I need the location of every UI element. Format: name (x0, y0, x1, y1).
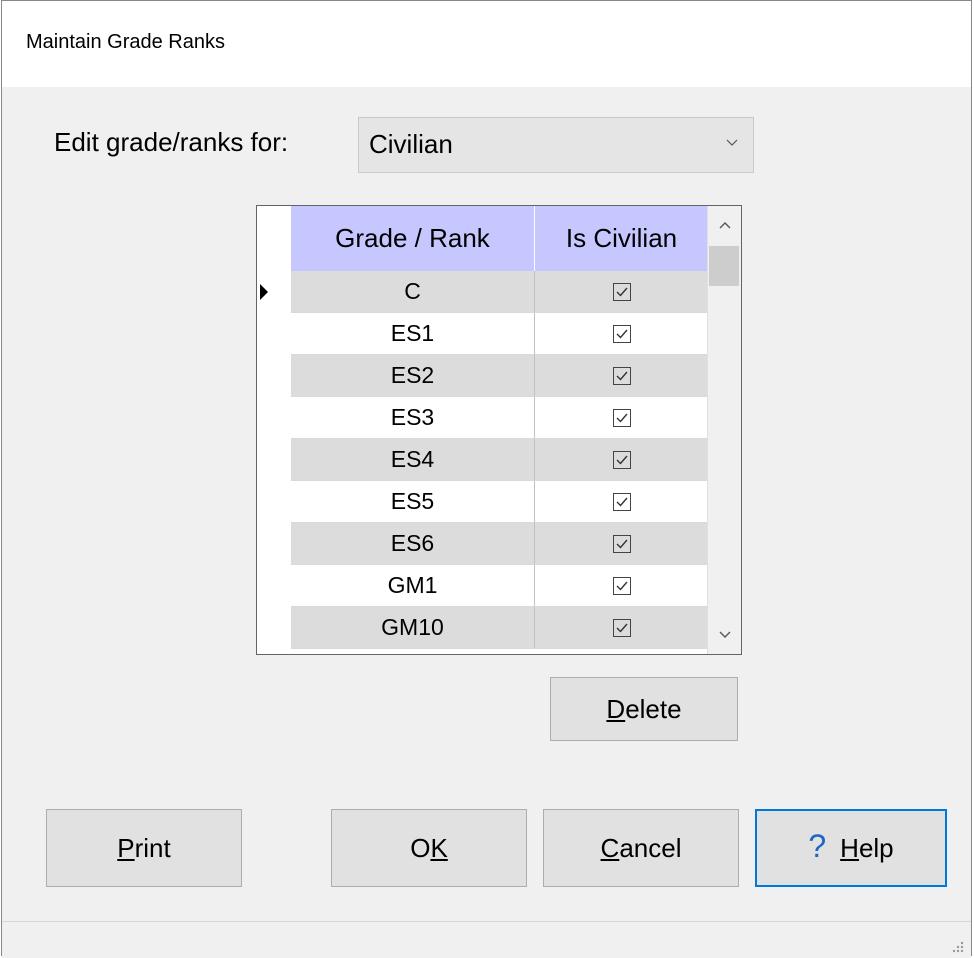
is-civilian-checkbox[interactable] (612, 282, 631, 301)
cancel-mnemonic: C (600, 832, 620, 863)
grade-rank-cell[interactable]: ES4 (291, 439, 535, 480)
cancel-label-rest: ancel (619, 832, 682, 863)
cancel-button[interactable]: Cancel (543, 809, 739, 887)
is-civilian-checkbox[interactable] (612, 618, 631, 637)
window-title: Maintain Grade Ranks (26, 31, 225, 53)
grade-rank-cell[interactable]: C (291, 271, 535, 312)
checkmark-icon (616, 539, 628, 549)
grade-rank-cell[interactable]: ES2 (291, 355, 535, 396)
grade-ranks-for-dropdown[interactable]: Civilian (358, 117, 754, 173)
grade-rank-cell[interactable]: GM1 (291, 565, 535, 606)
resize-grip-icon[interactable] (951, 940, 965, 954)
is-civilian-checkbox[interactable] (612, 534, 631, 553)
checkmark-icon (616, 497, 628, 507)
ok-label-prefix: O (410, 832, 431, 863)
row-selector[interactable] (257, 607, 291, 649)
row-selector[interactable] (257, 397, 291, 439)
print-button[interactable]: Print (46, 809, 242, 887)
maintain-grade-ranks-window: Maintain Grade Ranks Edit grade/ranks fo… (1, 0, 972, 958)
table-row[interactable]: ES3 (257, 397, 708, 439)
grade-rank-grid[interactable]: Grade / Rank Is Civilian C ES1 ES2 ES3 ES4 ES… (256, 205, 742, 655)
is-civilian-checkbox[interactable] (612, 366, 631, 385)
is-civilian-cell (535, 481, 708, 522)
checkmark-icon (616, 329, 628, 339)
print-label-rest: rint (134, 832, 171, 863)
row-selector[interactable] (257, 355, 291, 397)
table-row[interactable]: ES4 (257, 439, 708, 481)
ok-button[interactable]: OK (331, 809, 527, 887)
delete-button[interactable]: Delete (550, 677, 738, 741)
grade-rank-cell[interactable]: ES6 (291, 523, 535, 564)
column-header-is-civilian[interactable]: Is Civilian (535, 206, 708, 271)
scrollbar-thumb[interactable] (709, 246, 739, 286)
is-civilian-cell (535, 607, 708, 648)
grade-rank-cell[interactable]: ES1 (291, 313, 535, 354)
row-selector[interactable] (257, 565, 291, 607)
ok-mnemonic: K (430, 832, 448, 863)
is-civilian-cell (535, 439, 708, 480)
help-button[interactable]: ? Help (755, 809, 947, 887)
table-row[interactable]: GM10 (257, 607, 708, 649)
scroll-down-arrow-icon[interactable] (708, 614, 742, 654)
table-row[interactable]: ES2 (257, 355, 708, 397)
table-row[interactable]: ES5 (257, 481, 708, 523)
is-civilian-cell (535, 523, 708, 564)
scroll-up-arrow-icon[interactable] (708, 206, 742, 246)
status-bar (2, 921, 971, 958)
is-civilian-cell (535, 271, 708, 312)
title-bar: Maintain Grade Ranks (2, 1, 971, 87)
is-civilian-checkbox[interactable] (612, 450, 631, 469)
column-header-grade-rank[interactable]: Grade / Rank (291, 206, 535, 271)
table-row[interactable]: GM1 (257, 565, 708, 607)
vertical-scrollbar[interactable] (707, 206, 741, 654)
checkmark-icon (616, 413, 628, 423)
help-label-rest: elp (858, 832, 894, 863)
row-selector[interactable] (257, 313, 291, 355)
row-selector[interactable] (257, 523, 291, 565)
grade-rank-cell[interactable]: ES5 (291, 481, 535, 522)
grade-rank-cell[interactable]: ES3 (291, 397, 535, 438)
is-civilian-cell (535, 397, 708, 438)
is-civilian-checkbox[interactable] (612, 576, 631, 595)
checkmark-icon (616, 371, 628, 381)
chevron-down-icon (726, 139, 738, 146)
is-civilian-checkbox[interactable] (612, 492, 631, 511)
is-civilian-cell (535, 565, 708, 606)
is-civilian-checkbox[interactable] (612, 324, 631, 343)
checkmark-icon (616, 581, 628, 591)
checkmark-icon (616, 623, 628, 633)
row-selector[interactable] (257, 439, 291, 481)
grid-header: Grade / Rank Is Civilian (291, 206, 708, 271)
checkmark-icon (616, 287, 628, 297)
help-mnemonic: H (840, 832, 859, 863)
grid-rows: C ES1 ES2 ES3 ES4 ES5 ES6 GM1 GM10 (257, 271, 708, 649)
print-mnemonic: P (117, 832, 135, 863)
edit-grade-ranks-label: Edit grade/ranks for: (54, 127, 289, 157)
current-row-arrow-icon (260, 284, 268, 300)
grade-rank-cell[interactable]: GM10 (291, 607, 535, 648)
checkmark-icon (616, 455, 628, 465)
is-civilian-checkbox[interactable] (612, 408, 631, 427)
help-question-icon: ? (808, 827, 827, 864)
is-civilian-cell (535, 355, 708, 396)
delete-label-rest: elete (625, 693, 682, 724)
dropdown-selected-value: Civilian (369, 129, 453, 159)
row-selector[interactable] (257, 481, 291, 523)
table-row[interactable]: ES6 (257, 523, 708, 565)
row-selector[interactable] (257, 271, 291, 313)
table-row[interactable]: C (257, 271, 708, 313)
delete-mnemonic: D (606, 693, 626, 724)
is-civilian-cell (535, 313, 708, 354)
table-row[interactable]: ES1 (257, 313, 708, 355)
